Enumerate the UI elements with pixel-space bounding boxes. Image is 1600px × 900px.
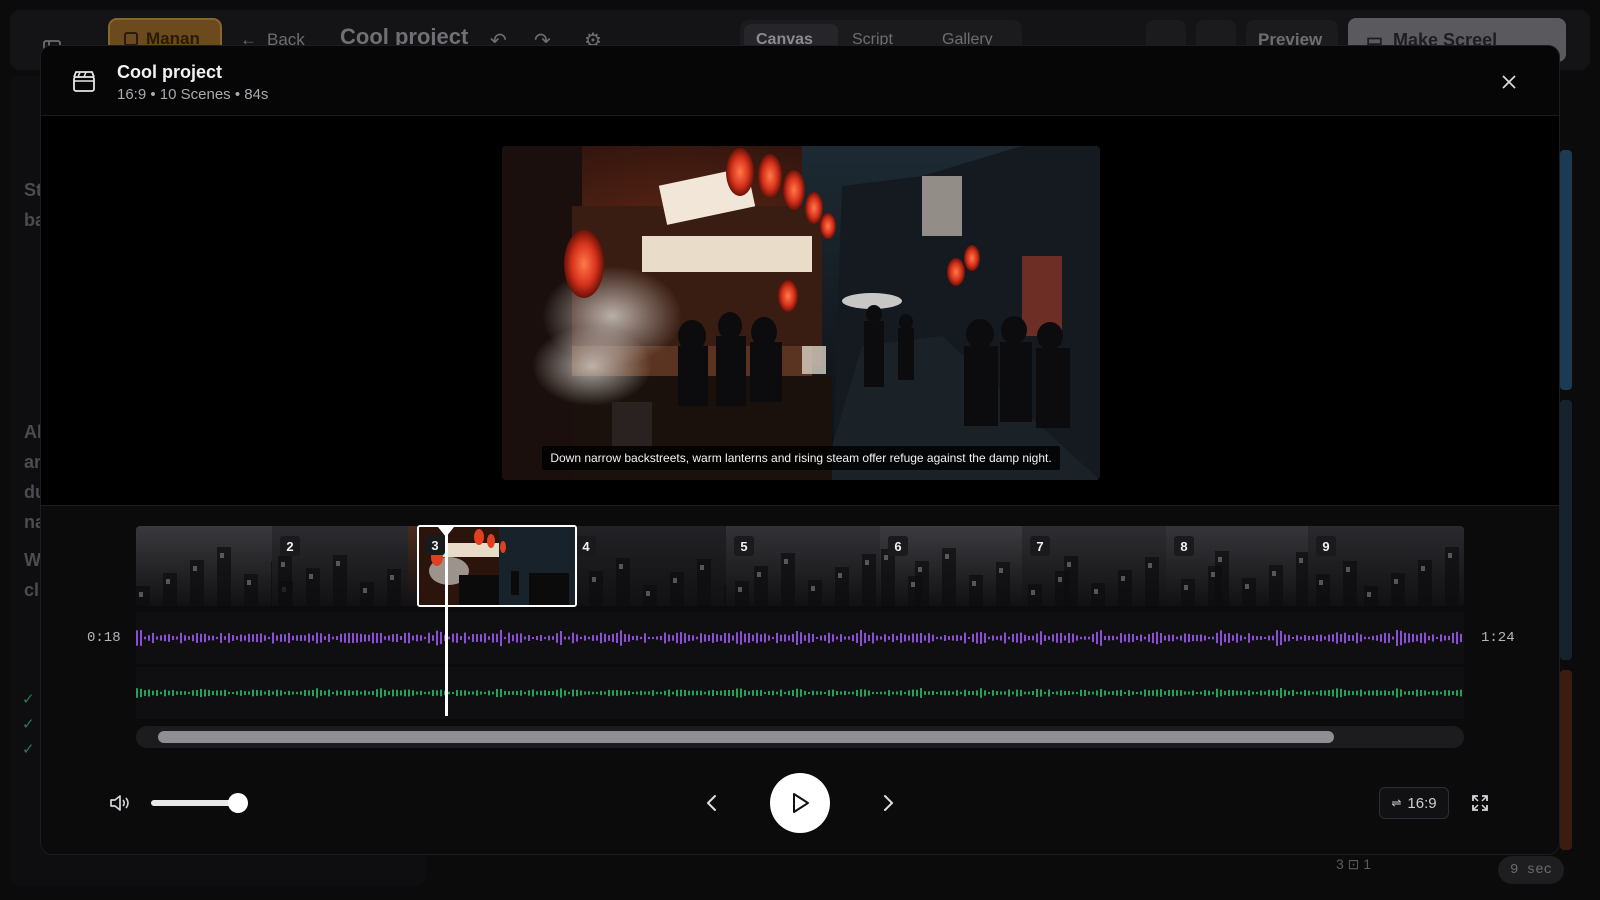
scene-thumbnail[interactable]: 4 (568, 526, 726, 606)
selected-scene-thumbnail[interactable]: 3 (417, 525, 577, 607)
check-icon: ✓ (22, 691, 35, 708)
volume-button[interactable] (107, 790, 133, 816)
modal-subtitle: 16:9 • 10 Scenes • 84s (117, 86, 269, 103)
duration-chip: 9 sec (1498, 856, 1564, 884)
scene-thumbnail[interactable]: 9 (1308, 526, 1464, 606)
voiceover-waveform (136, 629, 1462, 647)
next-scene-button[interactable] (873, 788, 903, 818)
scene-number-badge: 7 (1030, 536, 1050, 556)
workspace-icon (124, 32, 138, 46)
chevron-right-icon (884, 795, 893, 811)
check-icon: ✓ (22, 716, 35, 733)
scene-thumbnail-strip: 2 3 4 5 6 7 8 9 (136, 526, 1464, 606)
playback-controls: ⇌ 16:9 (41, 764, 1559, 844)
total-time: 1:24 (1481, 630, 1515, 646)
aspect-ratio-button[interactable]: ⇌ 16:9 (1379, 787, 1449, 819)
video-stage: Down narrow backstreets, warm lanterns a… (41, 117, 1559, 505)
scene-number-badge: 8 (1174, 536, 1194, 556)
street-scene-image (502, 146, 1100, 480)
close-icon (1502, 75, 1516, 89)
scene-number-badge: 2 (280, 536, 300, 556)
clapperboard-icon (71, 68, 97, 94)
check-icon: ✓ (22, 741, 35, 758)
previous-scene-button[interactable] (697, 788, 727, 818)
scene-thumbnail[interactable]: 8 (1166, 526, 1308, 606)
close-button[interactable] (1495, 68, 1523, 96)
scene-number-badge: 4 (576, 536, 596, 556)
scene-number-badge: 5 (734, 536, 754, 556)
panel-text-fragment: cl (24, 580, 40, 600)
preview-modal: Cool project 16:9 • 10 Scenes • 84s Down… (40, 45, 1560, 855)
fullscreen-icon (1472, 795, 1488, 811)
modal-title: Cool project (117, 62, 223, 82)
voiceover-track[interactable] (136, 612, 1464, 664)
panel-text-fragment: ar (24, 452, 42, 472)
timeline-panel: 2 3 4 5 6 7 8 9 3 0:18 1:24 (41, 505, 1559, 854)
subtitle-caption: Down narrow backstreets, warm lanterns a… (542, 446, 1060, 470)
scene-card-edge (1560, 400, 1572, 660)
playhead-handle[interactable] (438, 527, 454, 537)
scene-thumbnail[interactable]: 7 (1022, 526, 1166, 606)
aspect-ratio-label: 16:9 (1407, 794, 1437, 812)
scene-number-badge: 3 (425, 535, 445, 555)
scene-meta: 3 ⊡ 1 (1336, 856, 1372, 872)
scene-thumbnail[interactable] (136, 526, 272, 606)
video-frame[interactable]: Down narrow backstreets, warm lanterns a… (502, 146, 1100, 480)
volume-slider-knob[interactable] (228, 793, 248, 813)
scene-thumbnail[interactable]: 6 (880, 526, 1022, 606)
chevron-left-icon (707, 795, 716, 811)
scene-card-edge (1560, 670, 1572, 850)
scene-thumbnail[interactable]: 5 (726, 526, 880, 606)
scene-card-edge (1560, 150, 1572, 390)
current-time: 0:18 (87, 630, 121, 646)
speaker-icon (110, 795, 129, 811)
play-icon (793, 793, 809, 813)
scrollbar-thumb[interactable] (158, 731, 1334, 743)
modal-header: Cool project 16:9 • 10 Scenes • 84s (41, 46, 1559, 116)
playhead[interactable] (445, 526, 448, 716)
sliders-icon: ⇌ (1391, 796, 1402, 810)
panel-text-fragment: W (24, 550, 41, 570)
scene-thumbnail[interactable]: 2 (272, 526, 408, 606)
timeline-scrollbar[interactable] (136, 726, 1464, 748)
scene-number-badge: 9 (1316, 536, 1336, 556)
scene-number-badge: 6 (888, 536, 908, 556)
music-track[interactable] (136, 667, 1464, 719)
play-button[interactable] (770, 773, 830, 833)
music-waveform (136, 688, 1462, 698)
fullscreen-button[interactable] (1467, 790, 1493, 816)
